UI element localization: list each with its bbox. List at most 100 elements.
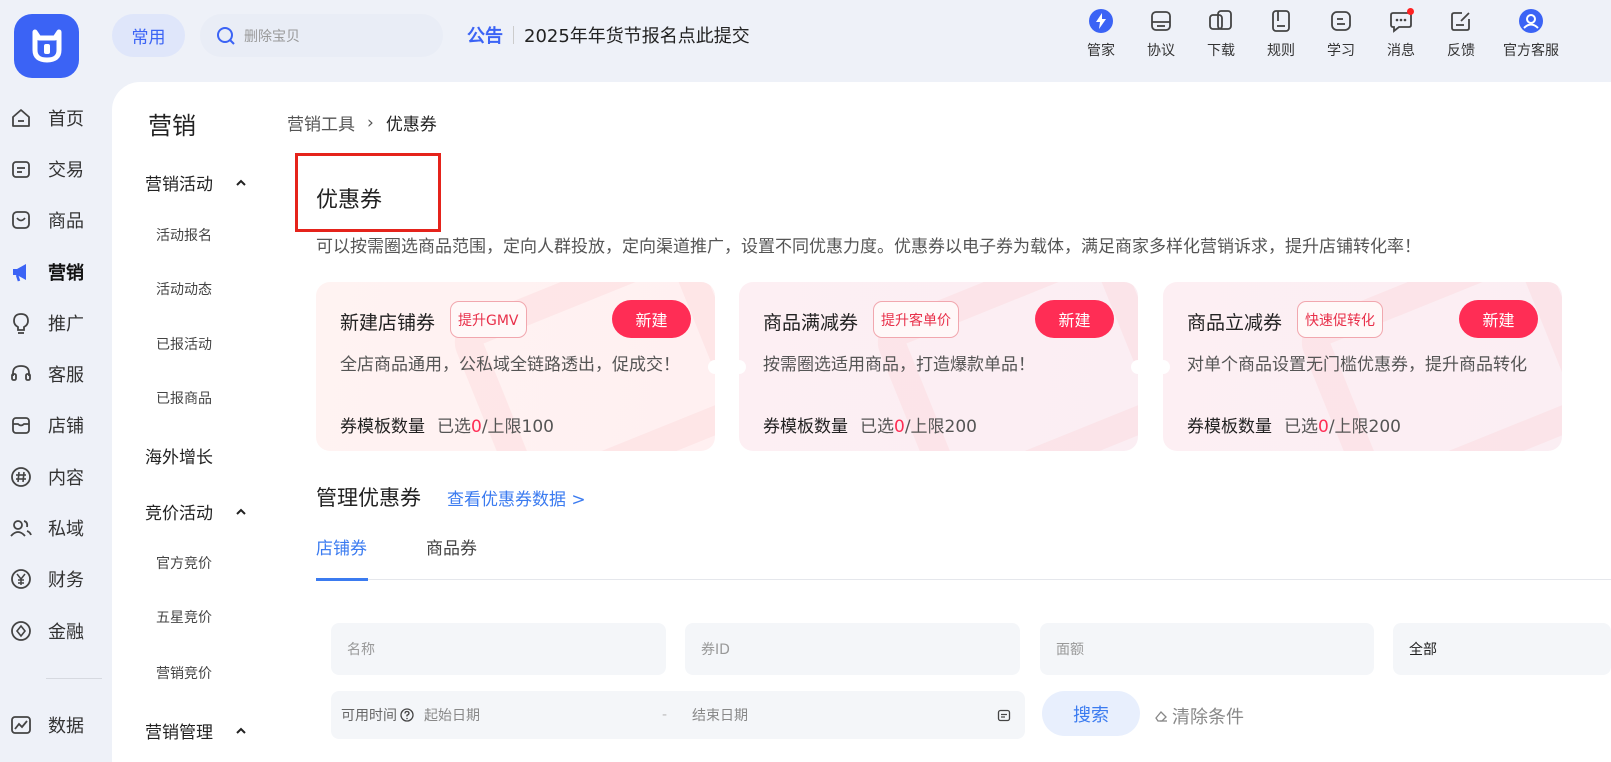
nav-item-trade[interactable]: 交易 bbox=[0, 143, 112, 194]
subnav-group-marketing-manage[interactable]: 营销管理 bbox=[145, 718, 247, 743]
coin-icon bbox=[11, 620, 31, 641]
eraser-icon bbox=[1155, 711, 1167, 722]
manage-coupons-title: 管理优惠券 bbox=[316, 486, 421, 510]
nav-item-private[interactable]: 私域 bbox=[0, 502, 112, 553]
page-description: 可以按需圈选商品范围，定向人群投放，定向渠道推广，设置不同优惠力度。优惠券以电子… bbox=[316, 237, 1421, 257]
subnav-item-updates[interactable]: 活动动态 bbox=[156, 279, 212, 299]
logo-icon bbox=[32, 29, 61, 63]
create-button[interactable]: 新建 bbox=[612, 300, 691, 338]
subnav-group-overseas[interactable]: 海外增长 bbox=[145, 443, 213, 468]
tab-divider bbox=[316, 579, 1611, 580]
group-label: 营销活动 bbox=[145, 175, 213, 195]
tool-message[interactable]: 消息 bbox=[1371, 8, 1431, 60]
nav-label: 营销 bbox=[48, 262, 84, 284]
tool-label: 协议 bbox=[1147, 43, 1175, 59]
common-button[interactable]: 常用 bbox=[112, 14, 185, 57]
feedback-icon bbox=[1448, 8, 1474, 34]
help-icon[interactable] bbox=[400, 708, 414, 722]
toolbar: 管家 协议 下载 规则 学习 消息 反馈 官方客服 bbox=[1071, 8, 1571, 60]
card-badge: 提升客单价 bbox=[873, 301, 959, 338]
nav-item-goods[interactable]: 商品 bbox=[0, 195, 112, 246]
top-bar: 常用 删除宝贝 公告 2025年年货节报名点此提交 管家 协议 下载 规则 学习 bbox=[0, 0, 1611, 82]
subnav-item-joined-activities[interactable]: 已报活动 bbox=[156, 334, 212, 354]
subnav-item-official-bid[interactable]: 官方竞价 bbox=[156, 553, 212, 573]
coupon-id-filter-input[interactable]: 券ID bbox=[685, 623, 1020, 675]
breadcrumb-separator: › bbox=[367, 112, 374, 133]
nav-label: 客服 bbox=[48, 365, 84, 387]
notice-divider bbox=[513, 26, 514, 44]
home-icon bbox=[12, 108, 30, 127]
subnav-item-signup[interactable]: 活动报名 bbox=[156, 225, 212, 245]
nav-item-content[interactable]: 内容 bbox=[0, 451, 112, 502]
end-date-input[interactable]: 结束日期 bbox=[692, 705, 997, 725]
tool-label: 学习 bbox=[1327, 43, 1355, 59]
app-logo[interactable] bbox=[14, 14, 79, 78]
quota-value: 已选0/上限200 bbox=[860, 412, 977, 437]
nav-label: 首页 bbox=[48, 108, 84, 130]
card-quota: 券模板数量 已选0/上限200 bbox=[1187, 412, 1401, 437]
page-title: 优惠券 bbox=[316, 188, 383, 213]
search-button[interactable]: 搜索 bbox=[1042, 691, 1140, 736]
nav-item-promotion[interactable]: 推广 bbox=[0, 297, 112, 348]
quota-selected: 0 bbox=[471, 417, 482, 437]
view-coupon-data-link[interactable]: 查看优惠券数据 > bbox=[447, 485, 586, 510]
subnav-group-marketing-activity[interactable]: 营销活动 bbox=[145, 170, 247, 195]
goods-icon bbox=[12, 211, 30, 230]
nav-item-data[interactable]: 数据 bbox=[0, 699, 112, 750]
quota-selected: 0 bbox=[1318, 417, 1329, 437]
subnav-item-marketing-bid[interactable]: 营销竞价 bbox=[156, 663, 212, 683]
nav-item-finance[interactable]: 财务 bbox=[0, 554, 112, 605]
nav-item-loan[interactable]: 金融 bbox=[0, 605, 112, 656]
chart-icon bbox=[11, 716, 31, 734]
card-title: 商品立减券 bbox=[1187, 312, 1283, 334]
tool-download[interactable]: 下载 bbox=[1191, 8, 1251, 60]
nav-item-marketing[interactable]: 营销 bbox=[0, 246, 112, 297]
subnav-item-joined-goods[interactable]: 已报商品 bbox=[156, 388, 212, 408]
quota-limit: /上限200 bbox=[1328, 417, 1402, 437]
group-label: 竞价活动 bbox=[145, 504, 213, 524]
tool-learn[interactable]: 学习 bbox=[1311, 8, 1371, 60]
nav-label: 私域 bbox=[48, 519, 84, 541]
breadcrumb-parent[interactable]: 营销工具 bbox=[287, 110, 355, 135]
create-button[interactable]: 新建 bbox=[1035, 300, 1114, 338]
amount-filter-input[interactable]: 面额 bbox=[1040, 623, 1374, 675]
nav-item-home[interactable]: 首页 bbox=[0, 92, 112, 143]
date-range-picker[interactable]: 可用时间 起始日期 - 结束日期 bbox=[331, 691, 1025, 739]
status-select[interactable]: 全部 bbox=[1393, 623, 1611, 675]
tool-label: 规则 bbox=[1267, 43, 1295, 59]
notice-tag: 公告 bbox=[467, 26, 503, 47]
quota-value: 已选0/上限100 bbox=[437, 412, 554, 437]
tool-label: 消息 bbox=[1387, 43, 1415, 59]
calendar-icon[interactable] bbox=[997, 708, 1011, 722]
nav-item-service[interactable]: 客服 bbox=[0, 348, 112, 399]
tool-guanjia[interactable]: 管家 bbox=[1071, 8, 1131, 60]
card-notch bbox=[1163, 360, 1170, 374]
tab-goods-coupon[interactable]: 商品券 bbox=[426, 534, 477, 559]
subnav-item-five-star-bid[interactable]: 五星竞价 bbox=[156, 607, 212, 627]
quota-limit: /上限200 bbox=[904, 417, 978, 437]
range-separator: - bbox=[662, 707, 668, 723]
start-date-input[interactable]: 起始日期 bbox=[424, 705, 662, 725]
notice-bar[interactable]: 公告 2025年年货节报名点此提交 bbox=[467, 22, 750, 48]
unread-dot bbox=[1407, 8, 1414, 15]
active-tab-indicator bbox=[316, 578, 368, 581]
notice-text[interactable]: 2025年年货节报名点此提交 bbox=[524, 22, 750, 48]
coupon-tabs: 店铺券 商品券 bbox=[316, 534, 477, 559]
subnav-group-bidding[interactable]: 竞价活动 bbox=[145, 499, 247, 524]
tool-feedback[interactable]: 反馈 bbox=[1431, 8, 1491, 60]
headset-icon bbox=[11, 365, 31, 382]
search-input[interactable]: 删除宝贝 bbox=[200, 14, 443, 57]
tool-protocol[interactable]: 协议 bbox=[1131, 8, 1191, 60]
tab-store-coupon[interactable]: 店铺券 bbox=[316, 534, 367, 559]
sub-nav: 营销 营销活动 活动报名 活动动态 已报活动 已报商品 海外增长 竞价活动 官方… bbox=[112, 82, 262, 762]
chevron-up-icon bbox=[236, 179, 246, 186]
create-button[interactable]: 新建 bbox=[1459, 300, 1538, 338]
tool-rules[interactable]: 规则 bbox=[1251, 8, 1311, 60]
tool-support[interactable]: 官方客服 bbox=[1491, 8, 1571, 60]
bulb-icon bbox=[13, 312, 29, 334]
nav-item-store[interactable]: 店铺 bbox=[0, 400, 112, 451]
card-description: 按需圈选适用商品，打造爆款单品！ bbox=[763, 355, 1035, 375]
clear-filters-button[interactable]: 清除条件 bbox=[1154, 703, 1244, 729]
name-filter-input[interactable]: 名称 bbox=[331, 623, 666, 675]
group-label: 海外增长 bbox=[145, 448, 213, 468]
